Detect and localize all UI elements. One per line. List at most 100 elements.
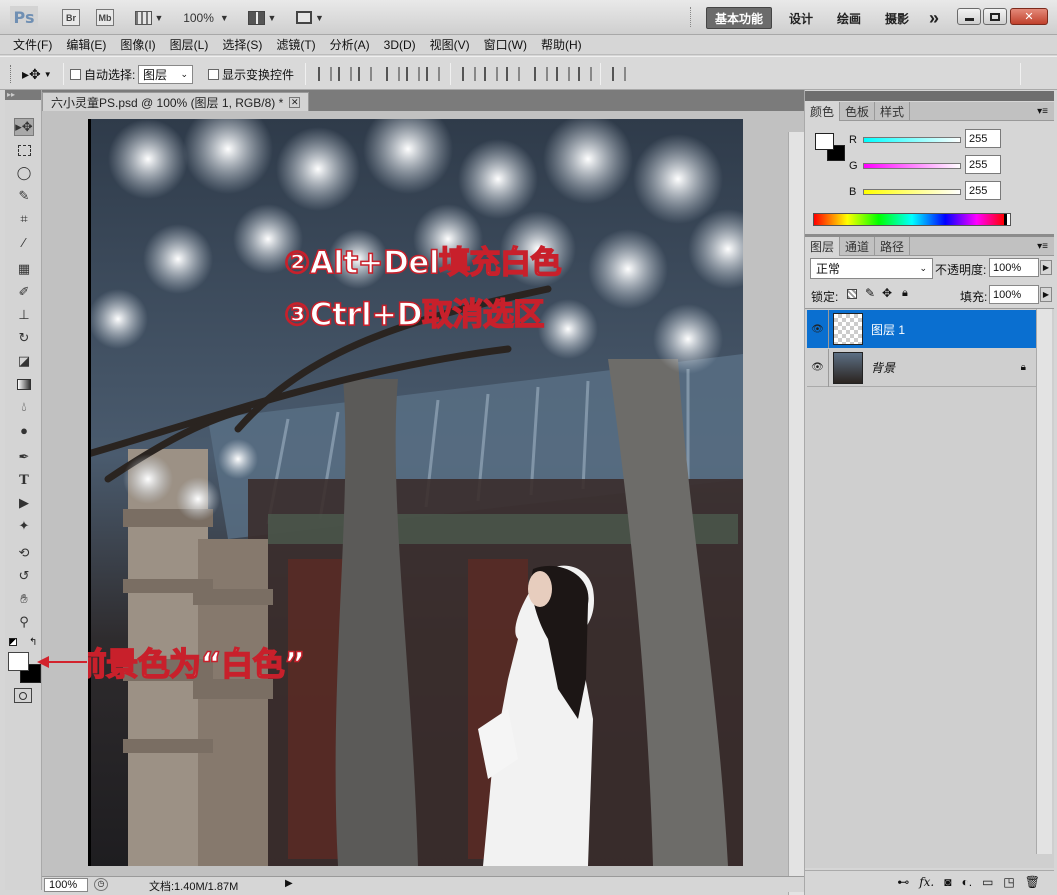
add-mask-icon[interactable]: ◙ (944, 875, 951, 889)
move-tool-icon[interactable]: ▸✥ (14, 118, 34, 136)
align-vcenter-icon[interactable] (338, 67, 352, 81)
close-document-icon[interactable]: ✕ (289, 96, 301, 108)
close-button[interactable]: ✕ (1010, 8, 1048, 25)
lock-all-icon[interactable]: 🔒︎ (902, 287, 908, 300)
tab-paths[interactable]: 路径 (875, 237, 911, 256)
history-brush-tool-icon[interactable]: ↻ (14, 329, 34, 347)
panel-menu-icon[interactable]: ▾≡ (1037, 102, 1054, 120)
layers-scrollbar[interactable] (1036, 309, 1052, 854)
fill-slider-icon[interactable]: ▶ (1040, 287, 1052, 302)
minibridge-button[interactable]: Mb (96, 9, 114, 26)
show-transform-checkbox[interactable] (208, 68, 219, 80)
minimize-button[interactable] (957, 8, 981, 25)
menu-image[interactable]: 图像(I) (113, 36, 162, 53)
menu-filter[interactable]: 滤镜(T) (269, 36, 322, 53)
brush-tool-icon[interactable]: ✐ (14, 283, 34, 301)
lasso-tool-icon[interactable]: ◯ (14, 164, 34, 182)
type-tool-icon[interactable]: T (14, 471, 34, 489)
eye-icon[interactable]: 👁︎ (807, 348, 829, 387)
layer-row-layer1[interactable]: 👁︎ 图层 1 (807, 310, 1036, 348)
quick-mask-button[interactable] (14, 688, 32, 703)
distribute-hcenter-icon[interactable] (556, 67, 570, 81)
status-info-icon[interactable]: ◷ (94, 878, 108, 891)
crop-tool-icon[interactable]: ⌗ (14, 210, 34, 228)
align-left-icon[interactable] (386, 67, 400, 81)
document-canvas[interactable]: ②Alt+Del填充白色 ③Ctrl+D取消选区 ①前景色为“白色” (88, 119, 743, 866)
lock-transparency-icon[interactable] (847, 289, 857, 299)
marquee-tool-icon[interactable] (14, 141, 34, 159)
layer-style-icon[interactable]: fx. (919, 875, 934, 889)
align-hcenter-icon[interactable] (406, 67, 420, 81)
more-workspaces-icon[interactable]: » (924, 7, 944, 29)
menu-analysis[interactable]: 分析(A) (323, 36, 377, 53)
tool-preset-picker[interactable]: ▸✥ ▼ (22, 65, 58, 83)
menu-help[interactable]: 帮助(H) (534, 36, 589, 53)
color-panel-fg-swatch[interactable] (815, 133, 834, 150)
menu-window[interactable]: 窗口(W) (477, 36, 534, 53)
distribute-right-icon[interactable] (578, 67, 592, 81)
screen-mode-button[interactable]: ▼ (292, 8, 328, 27)
distribute-bottom-icon[interactable] (506, 67, 520, 81)
path-selection-tool-icon[interactable]: ▶ (14, 494, 34, 512)
align-top-icon[interactable] (318, 67, 332, 81)
menu-layer[interactable]: 图层(L) (163, 36, 216, 53)
channel-g-input[interactable]: 255 (965, 155, 1001, 174)
menu-file[interactable]: 文件(F) (6, 36, 59, 53)
quick-selection-tool-icon[interactable]: ✎ (14, 187, 34, 205)
auto-select-target-select[interactable]: 图层 ⌄ (138, 64, 193, 84)
arrange-documents-button[interactable]: ▼ (244, 8, 280, 27)
3d-rotate-tool-icon[interactable]: ⟲ (14, 544, 34, 562)
zoom-field[interactable]: 100% (44, 878, 88, 892)
delete-layer-icon[interactable]: 🗑︎ (1025, 875, 1040, 889)
lock-position-icon[interactable]: ✥ (882, 286, 892, 300)
auto-align-layers-icon[interactable] (612, 67, 626, 81)
align-right-icon[interactable] (426, 67, 440, 81)
align-bottom-icon[interactable] (358, 67, 372, 81)
adjustment-layer-icon[interactable]: ◐. (961, 875, 972, 889)
new-group-icon[interactable]: ▭ (982, 875, 993, 889)
channel-b-slider[interactable] (863, 189, 961, 195)
tab-channels[interactable]: 通道 (840, 237, 876, 256)
menu-view[interactable]: 视图(V) (423, 36, 477, 53)
distribute-top-icon[interactable] (462, 67, 476, 81)
pen-tool-icon[interactable]: ✒ (14, 448, 34, 466)
eyedropper-tool-icon[interactable]: ⁄ (14, 233, 34, 251)
tools-panel-header[interactable]: ▸▸ (5, 90, 41, 100)
lock-pixels-icon[interactable]: ✎ (865, 286, 875, 300)
workspace-essentials[interactable]: 基本功能 (706, 7, 772, 29)
workspace-photography[interactable]: 摄影 (880, 7, 914, 29)
bridge-button[interactable]: Br (62, 9, 80, 26)
zoom-tool-icon[interactable]: ⚲ (14, 613, 34, 631)
shape-tool-icon[interactable]: ✦ (14, 517, 34, 535)
menu-select[interactable]: 选择(S) (215, 36, 269, 53)
opacity-slider-icon[interactable]: ▶ (1040, 260, 1052, 275)
fill-input[interactable]: 100% (989, 285, 1039, 304)
swap-colors-icon[interactable]: ↰ (29, 637, 37, 648)
opacity-input[interactable]: 100% (989, 258, 1039, 277)
channel-g-slider[interactable] (863, 163, 961, 169)
tab-color[interactable]: 颜色 (805, 102, 841, 121)
dodge-tool-icon[interactable]: ● (14, 421, 34, 439)
channel-b-input[interactable]: 255 (965, 181, 1001, 200)
foreground-color-swatch[interactable] (8, 652, 29, 671)
layer-row-background[interactable]: 👁︎ 背景 🔒︎ (807, 348, 1036, 387)
channel-r-input[interactable]: 255 (965, 129, 1001, 148)
eye-icon[interactable]: 👁︎ (807, 310, 829, 348)
distribute-left-icon[interactable] (534, 67, 548, 81)
channel-r-slider[interactable] (863, 137, 961, 143)
zoom-level-select[interactable]: 100% ▼ (180, 8, 232, 27)
clone-stamp-tool-icon[interactable]: ⊥ (14, 306, 34, 324)
workspace-design[interactable]: 设计 (784, 7, 818, 29)
menu-3d[interactable]: 3D(D) (377, 38, 423, 52)
spot-healing-tool-icon[interactable]: ▦ (14, 260, 34, 278)
link-layers-icon[interactable]: ⊷ (897, 875, 909, 889)
3d-orbit-tool-icon[interactable]: ↺ (14, 567, 34, 585)
distribute-vcenter-icon[interactable] (484, 67, 498, 81)
menu-edit[interactable]: 编辑(E) (59, 36, 113, 53)
maximize-button[interactable] (983, 8, 1007, 25)
vertical-scrollbar[interactable] (788, 132, 804, 895)
blend-mode-select[interactable]: 正常 ⌄ (810, 258, 933, 279)
hand-tool-icon[interactable]: ✋︎ (14, 590, 34, 608)
workspace-painting[interactable]: 绘画 (832, 7, 866, 29)
gradient-tool-icon[interactable] (14, 375, 34, 393)
